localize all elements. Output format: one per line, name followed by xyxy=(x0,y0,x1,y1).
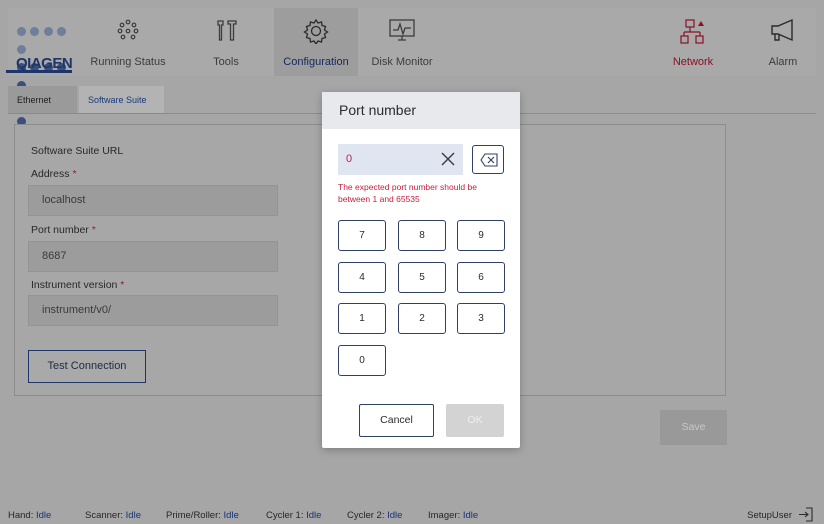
keypad-9[interactable]: 9 xyxy=(457,220,505,251)
keypad-4[interactable]: 4 xyxy=(338,262,386,293)
version-label-text: Instrument version xyxy=(31,279,118,291)
address-label: Address * xyxy=(31,168,77,180)
nav-running-status[interactable]: Running Status xyxy=(78,8,178,76)
dots-circle-icon xyxy=(117,19,139,40)
error-message: The expected port number should be betwe… xyxy=(338,182,477,204)
nav-label: Running Status xyxy=(90,56,166,68)
status-value: Idle xyxy=(36,510,52,521)
status-value: Idle xyxy=(223,510,239,521)
cancel-button[interactable]: Cancel xyxy=(359,404,434,437)
tab-software-suite[interactable]: Software Suite xyxy=(79,86,164,114)
status-name: Hand: xyxy=(8,510,34,521)
port-label-text: Port number xyxy=(31,224,89,236)
keypad-1[interactable]: 1 xyxy=(338,303,386,334)
port-label: Port number * xyxy=(31,224,96,236)
nav-label: Tools xyxy=(213,56,239,68)
monitor-icon xyxy=(389,19,415,41)
required-mark: * xyxy=(120,279,125,291)
section-title: Software Suite URL xyxy=(31,145,124,157)
nav-label: Disk Monitor xyxy=(371,56,433,68)
tab-ethernet[interactable]: Ethernet xyxy=(8,86,77,114)
status-scanner: Scanner: Idle xyxy=(85,510,141,521)
dialog-title: Port number xyxy=(322,92,520,129)
logout-icon[interactable] xyxy=(798,507,814,522)
tools-icon xyxy=(217,20,237,41)
version-input[interactable]: instrument/v0/ xyxy=(28,295,278,326)
keypad-7[interactable]: 7 xyxy=(338,220,386,251)
keypad-8[interactable]: 8 xyxy=(398,220,446,251)
required-mark: * xyxy=(72,168,77,180)
backspace-icon xyxy=(480,153,498,167)
status-value: Idle xyxy=(387,510,403,521)
nav-disk-monitor[interactable]: Disk Monitor xyxy=(360,8,444,76)
status-value: Idle xyxy=(306,510,322,521)
keypad-2[interactable]: 2 xyxy=(398,303,446,334)
status-name: Scanner: xyxy=(85,510,124,521)
port-input[interactable]: 8687 xyxy=(28,241,278,272)
status-bar: Hand: Idle Scanner: Idle Prime/Roller: I… xyxy=(8,505,816,524)
status-cycler-1: Cycler 1: Idle xyxy=(266,510,321,521)
keypad-6[interactable]: 6 xyxy=(457,262,505,293)
qiagen-logo: QIAGEN xyxy=(16,16,76,126)
status-value: Idle xyxy=(462,510,479,521)
port-number-dialog: Port number 0 The expected port number s… xyxy=(322,92,520,448)
status-value: Idle xyxy=(125,510,141,521)
clear-icon[interactable] xyxy=(441,152,455,166)
keypad-5[interactable]: 5 xyxy=(398,262,446,293)
nav-label: Configuration xyxy=(283,56,349,68)
nav-label: Alarm xyxy=(768,56,798,68)
nav-configuration[interactable]: Configuration xyxy=(274,8,358,76)
test-connection-button[interactable]: Test Connection xyxy=(28,350,146,383)
nav-network[interactable]: Network xyxy=(658,8,728,76)
address-label-text: Address xyxy=(31,168,70,180)
megaphone-icon xyxy=(771,18,793,42)
backspace-button[interactable] xyxy=(472,145,504,174)
nav-alarm[interactable]: Alarm xyxy=(750,8,816,76)
network-icon xyxy=(680,19,704,44)
status-imager: Imager: Idle xyxy=(428,510,478,521)
version-label: Instrument version * xyxy=(31,279,124,291)
status-hand: Hand: Idle xyxy=(8,510,51,521)
port-number-value: 0 xyxy=(346,153,353,165)
address-input[interactable]: localhost xyxy=(28,185,278,216)
nav-label: Network xyxy=(672,56,714,68)
top-navigation-bar: QIAGEN Running Status Tools Configuratio… xyxy=(6,8,816,126)
status-name: Imager: xyxy=(428,510,461,521)
status-name: Cycler 1: xyxy=(266,510,304,521)
nav-tools[interactable]: Tools xyxy=(186,8,266,76)
gear-icon xyxy=(303,18,329,44)
keypad-0[interactable]: 0 xyxy=(338,345,386,376)
keypad-3[interactable]: 3 xyxy=(457,303,505,334)
status-name: Cycler 2: xyxy=(347,510,385,521)
logo-underline xyxy=(6,70,72,73)
current-user: SetupUser xyxy=(747,510,792,521)
status-name: Prime/Roller: xyxy=(166,510,221,521)
status-cycler-2: Cycler 2: Idle xyxy=(347,510,402,521)
port-number-input[interactable]: 0 xyxy=(338,144,463,175)
required-mark: * xyxy=(91,224,96,236)
logo-dots xyxy=(17,24,75,132)
save-button[interactable]: Save xyxy=(660,410,727,445)
status-prime-roller: Prime/Roller: Idle xyxy=(166,510,239,521)
ok-button[interactable]: OK xyxy=(446,404,504,437)
